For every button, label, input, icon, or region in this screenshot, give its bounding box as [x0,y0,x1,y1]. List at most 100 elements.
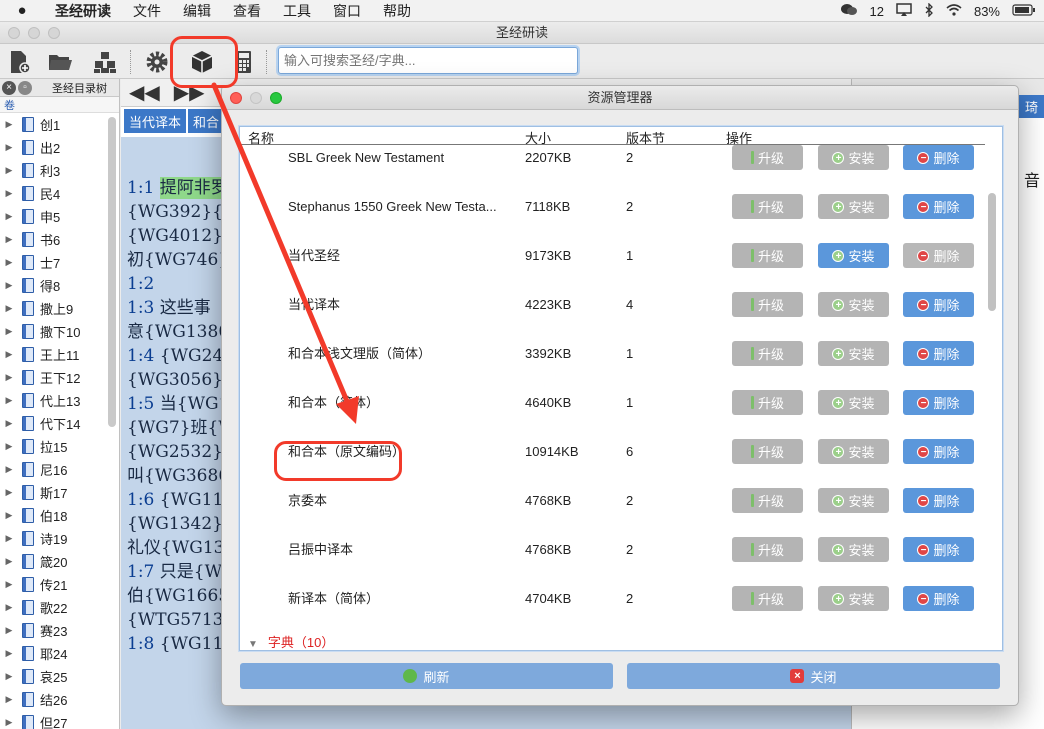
sidebar-book-item[interactable]: ▶ 诗19 [0,527,119,550]
sidebar-book-item[interactable]: ▶ 代上13 [0,389,119,412]
verse-number[interactable]: 1:4 [127,346,154,366]
expand-arrow-icon[interactable]: ▶ [0,234,18,245]
sidebar-book-item[interactable]: ▶ 代下14 [0,412,119,435]
sidebar-book-item[interactable]: ▶ 箴20 [0,550,119,573]
verse-number[interactable]: 1:7 [127,562,154,582]
menu-edit[interactable]: 编辑 [172,1,222,21]
verse-number[interactable]: 1:2 [127,274,154,294]
search-input[interactable] [278,47,578,74]
menu-app-name[interactable]: 圣经研读 [44,1,122,21]
resource-row[interactable]: 京委本 4768KB 2 升级 + 安装 − 删除 [240,476,985,525]
expand-arrow-icon[interactable]: ▶ [0,142,18,153]
sidebar-book-item[interactable]: ▶ 王下12 [0,366,119,389]
upgrade-button[interactable]: 升级 [732,488,803,513]
install-button[interactable]: + 安装 [818,390,889,415]
sidebar-book-item[interactable]: ▶ 撒下10 [0,320,119,343]
upgrade-button[interactable]: 升级 [732,537,803,562]
sidebar-book-item[interactable]: ▶ 斯17 [0,481,119,504]
sidebar-book-item[interactable]: ▶ 王上11 [0,343,119,366]
sidebar-book-item[interactable]: ▶ 尼16 [0,458,119,481]
expand-arrow-icon[interactable]: ▶ [0,533,18,544]
window-minimize-button[interactable] [28,27,40,39]
sidebar-book-item[interactable]: ▶ 创1 [0,113,119,136]
expand-arrow-icon[interactable]: ▶ [0,625,18,636]
sidebar-book-item[interactable]: ▶ 拉15 [0,435,119,458]
upgrade-button[interactable]: 升级 [732,292,803,317]
resource-row[interactable]: 当代译本 4223KB 4 升级 + 安装 − 删除 [240,280,985,329]
sidebar-close-icon[interactable]: × [2,80,16,95]
expand-arrow-icon[interactable]: ▶ [0,211,18,222]
modules-icon[interactable] [90,47,120,77]
refresh-button[interactable]: 刷新 [240,663,613,689]
delete-button[interactable]: − 删除 [903,243,974,268]
verse-number[interactable]: 1:6 [127,490,154,510]
install-button[interactable]: + 安装 [818,194,889,219]
expand-arrow-icon[interactable]: ▶ [0,395,18,406]
expand-arrow-icon[interactable]: ▶ [0,326,18,337]
resource-row[interactable]: Stephanus 1550 Greek New Testa... 7118KB 2… [240,182,985,231]
delete-button[interactable]: − 删除 [903,439,974,464]
sidebar-book-item[interactable]: ▶ 传21 [0,573,119,596]
expand-arrow-icon[interactable]: ▶ [0,648,18,659]
collapse-triangle-icon[interactable]: ▼ [248,639,258,650]
wifi-icon[interactable] [946,3,962,19]
menu-window[interactable]: 窗口 [322,1,372,21]
upgrade-button[interactable]: 升级 [732,243,803,268]
menu-view[interactable]: 查看 [222,1,272,21]
install-button[interactable]: + 安装 [818,243,889,268]
new-file-icon[interactable] [4,47,34,77]
resource-row[interactable]: 和合本浅文理版（简体） 3392KB 1 升级 + 安装 − 删除 [240,329,985,378]
sidebar-book-item[interactable]: ▶ 歌22 [0,596,119,619]
verse-number[interactable]: 1:1 [127,178,154,198]
delete-button[interactable]: − 删除 [903,586,974,611]
sidebar-book-item[interactable]: ▶ 赛23 [0,619,119,642]
apple-menu-icon[interactable]: ● [0,2,44,19]
upgrade-button[interactable]: 升级 [732,341,803,366]
resource-row[interactable]: 吕振中译本 4768KB 2 升级 + 安装 − 删除 [240,525,985,574]
sidebar-book-item[interactable]: ▶ 撒上9 [0,297,119,320]
sidebar-book-item[interactable]: ▶ 结26 [0,688,119,711]
close-button[interactable]: × 关闭 [627,663,1000,689]
sidebar-book-item[interactable]: ▶ 但27 [0,711,119,729]
dialog-minimize-button[interactable] [250,92,262,104]
install-button[interactable]: + 安装 [818,537,889,562]
delete-button[interactable]: − 删除 [903,292,974,317]
expand-arrow-icon[interactable]: ▶ [0,257,18,268]
resource-row[interactable]: 新译本（简体） 4704KB 2 升级 + 安装 − 删除 [240,574,985,623]
settings-gear-icon[interactable] [142,47,172,77]
sidebar-book-item[interactable]: ▶ 伯18 [0,504,119,527]
delete-button[interactable]: − 删除 [903,194,974,219]
sidebar-book-item[interactable]: ▶ 利3 [0,159,119,182]
expand-arrow-icon[interactable]: ▶ [0,464,18,475]
expand-arrow-icon[interactable]: ▶ [0,418,18,429]
table-scrollbar[interactable] [988,193,996,311]
resource-row[interactable]: SBL Greek New Testament 2207KB 2 升级 + 安装 − 删除 [240,133,985,182]
expand-arrow-icon[interactable]: ▶ [0,303,18,314]
expand-arrow-icon[interactable]: ▶ [0,556,18,567]
sidebar-book-item[interactable]: ▶ 民4 [0,182,119,205]
delete-button[interactable]: − 删除 [903,390,974,415]
resource-row[interactable]: 和合本（简体） 4640KB 1 升级 + 安装 − 删除 [240,378,985,427]
sidebar-book-item[interactable]: ▶ 书6 [0,228,119,251]
sidebar-scrollbar[interactable] [108,117,116,427]
expand-arrow-icon[interactable]: ▶ [0,165,18,176]
window-zoom-button[interactable] [48,27,60,39]
install-button[interactable]: + 安装 [818,586,889,611]
expand-arrow-icon[interactable]: ▶ [0,119,18,130]
install-button[interactable]: + 安装 [818,292,889,317]
bluetooth-icon[interactable] [924,1,934,20]
dialog-zoom-button[interactable] [270,92,282,104]
window-close-button[interactable] [8,27,20,39]
open-folder-icon[interactable] [45,47,75,77]
expand-arrow-icon[interactable]: ▶ [0,579,18,590]
install-button[interactable]: + 安装 [818,145,889,170]
install-button[interactable]: + 安装 [818,488,889,513]
verse-number[interactable]: 1:5 [127,394,154,414]
delete-button[interactable]: − 删除 [903,537,974,562]
previous-chapter-icon[interactable]: ◀◀ [129,80,160,105]
sidebar-book-item[interactable]: ▶ 哀25 [0,665,119,688]
expand-arrow-icon[interactable]: ▶ [0,372,18,383]
delete-button[interactable]: − 删除 [903,488,974,513]
sidebar-book-item[interactable]: ▶ 耶24 [0,642,119,665]
expand-arrow-icon[interactable]: ▶ [0,694,18,705]
